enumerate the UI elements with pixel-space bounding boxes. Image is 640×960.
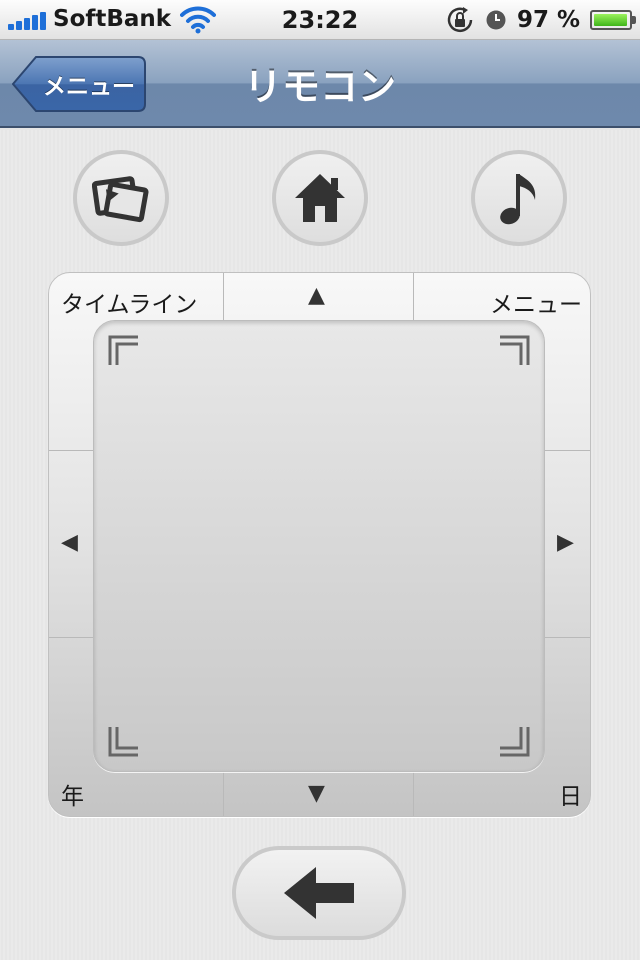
photo-slideshow-icon bbox=[92, 176, 149, 223]
music-note-icon bbox=[500, 174, 536, 225]
menu-label: メニュー bbox=[490, 292, 582, 318]
status-bar: SoftBank 23:22 97 % bbox=[0, 0, 640, 40]
touch-area[interactable] bbox=[93, 320, 545, 772]
year-label: 年 bbox=[61, 784, 84, 810]
timeline-label: タイムライン bbox=[61, 292, 198, 318]
menu-back-label: メニュー bbox=[43, 74, 135, 100]
up-arrow-icon: ▲ bbox=[308, 283, 325, 308]
right-arrow-icon: ▶ bbox=[557, 530, 574, 555]
corner-bottom-right-icon bbox=[500, 727, 530, 757]
battery-icon bbox=[590, 10, 636, 30]
year-button[interactable]: 年 bbox=[49, 771, 223, 816]
corner-bottom-left-icon bbox=[108, 727, 138, 757]
corner-top-right-icon bbox=[500, 335, 530, 365]
rotation-lock-icon bbox=[447, 7, 473, 33]
music-button[interactable] bbox=[471, 150, 567, 246]
left-button[interactable]: ◀ bbox=[49, 451, 93, 637]
photo-slideshow-button[interactable] bbox=[73, 150, 169, 246]
menu-button[interactable]: メニュー bbox=[414, 273, 590, 320]
corner-top-left-icon bbox=[108, 335, 138, 365]
down-button[interactable]: ▼ bbox=[224, 771, 413, 816]
back-button[interactable] bbox=[232, 846, 406, 940]
day-button[interactable]: 日 bbox=[414, 771, 590, 816]
down-arrow-icon: ▼ bbox=[308, 781, 325, 806]
remote-pad: タイムライン ▲ メニュー ◀ ▶ 年 ▼ 日 bbox=[48, 272, 591, 817]
home-button[interactable] bbox=[272, 150, 368, 246]
timeline-button[interactable]: タイムライン bbox=[49, 273, 223, 320]
navigation-bar: メニュー リモコン bbox=[0, 40, 640, 128]
left-arrow-icon: ◀ bbox=[61, 530, 78, 555]
right-button[interactable]: ▶ bbox=[545, 451, 590, 637]
day-label: 日 bbox=[559, 784, 582, 810]
home-icon bbox=[295, 174, 345, 222]
menu-back-button[interactable]: メニュー bbox=[12, 55, 146, 113]
page-title: リモコン bbox=[243, 64, 396, 109]
battery-percent: 97 % bbox=[516, 7, 580, 33]
back-arrow-icon bbox=[284, 867, 354, 919]
up-button[interactable]: ▲ bbox=[224, 273, 413, 320]
alarm-icon bbox=[486, 10, 506, 30]
remote-content: タイムライン ▲ メニュー ◀ ▶ 年 ▼ 日 bbox=[0, 130, 640, 960]
